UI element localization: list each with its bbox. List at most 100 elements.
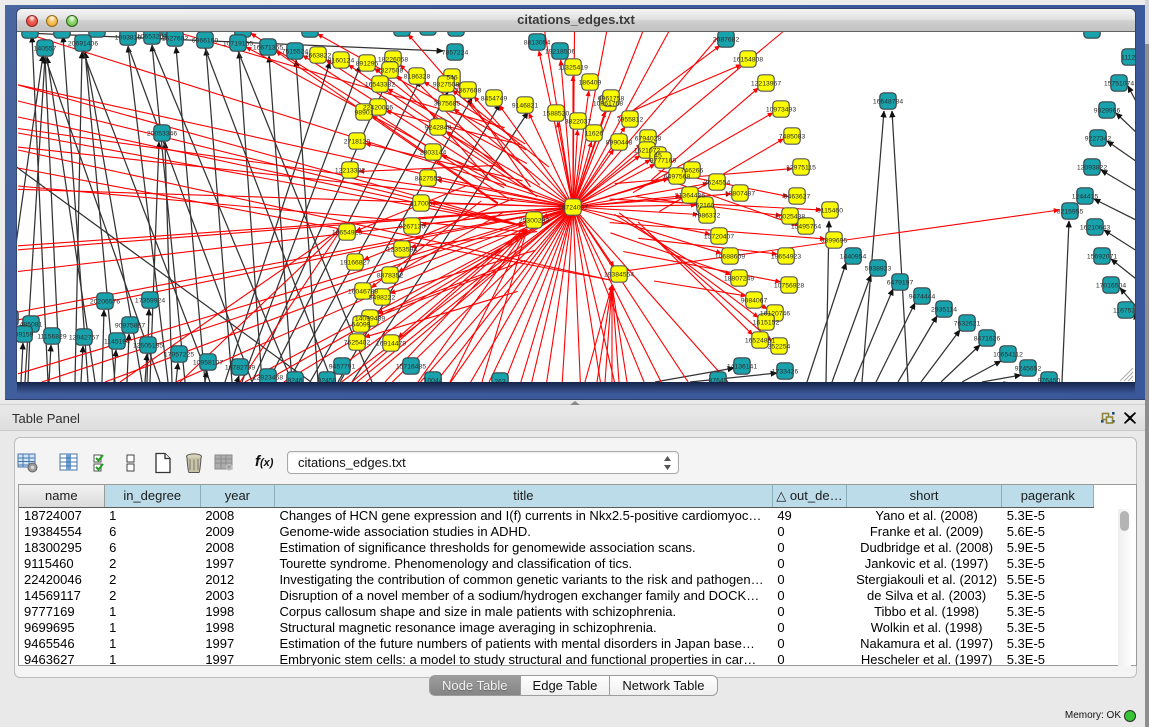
- svg-text:9899695: 9899695: [821, 237, 848, 244]
- svg-text:16210643: 16210643: [1080, 224, 1110, 231]
- svg-text:7955812: 7955812: [617, 116, 644, 123]
- svg-text:6966160: 6966160: [192, 37, 219, 44]
- svg-text:25300293: 25300293: [519, 217, 549, 224]
- svg-text:6961758: 6961758: [598, 95, 625, 102]
- svg-text:9463627: 9463627: [784, 193, 811, 200]
- svg-text:15495764: 15495764: [791, 223, 821, 230]
- svg-text:10973493: 10973493: [766, 106, 796, 113]
- svg-text:12942757: 12942757: [69, 334, 99, 341]
- svg-text:7857224: 7857224: [442, 49, 469, 56]
- svg-text:891295: 891295: [356, 60, 379, 67]
- svg-text:9329966: 9329966: [1094, 107, 1121, 114]
- svg-text:90975867: 90975867: [115, 322, 145, 329]
- svg-text:62160: 62160: [696, 202, 715, 209]
- svg-text:2367608: 2367608: [455, 87, 482, 94]
- svg-text:16671355: 16671355: [253, 44, 283, 51]
- svg-text:20053346: 20053346: [147, 130, 177, 137]
- svg-text:9115460: 9115460: [817, 207, 843, 214]
- svg-text:11124: 11124: [1121, 54, 1135, 61]
- svg-text:140557: 140557: [34, 45, 57, 52]
- svg-text:98901: 98901: [355, 109, 374, 116]
- svg-text:8160124: 8160124: [328, 57, 355, 64]
- svg-text:12213382: 12213382: [335, 167, 365, 174]
- svg-text:16120746: 16120746: [760, 310, 790, 317]
- svg-text:17016504: 17016504: [1096, 282, 1126, 289]
- svg-text:10719155: 10719155: [223, 40, 253, 47]
- svg-text:7625402: 7625402: [344, 339, 371, 346]
- svg-text:1440954: 1440954: [840, 253, 867, 260]
- svg-text:5938923: 5938923: [865, 265, 892, 272]
- svg-text:8267130: 8267130: [399, 223, 426, 230]
- svg-text:17957225: 17957225: [164, 351, 194, 358]
- svg-text:7485083: 7485083: [779, 133, 806, 140]
- svg-text:8471626: 8471626: [974, 335, 1001, 342]
- svg-text:16914479: 16914479: [376, 340, 406, 347]
- svg-text:14136141: 14136141: [727, 363, 757, 370]
- svg-text:186409: 186409: [579, 79, 602, 86]
- svg-text:7632621: 7632621: [954, 320, 981, 327]
- svg-text:12353594: 12353594: [387, 246, 417, 253]
- svg-text:15692071: 15692071: [1087, 253, 1117, 260]
- svg-text:417006: 417006: [410, 200, 433, 207]
- svg-text:12213967: 12213967: [751, 80, 781, 87]
- svg-text:16648784: 16648784: [873, 98, 903, 105]
- svg-text:8454749: 8454749: [481, 95, 508, 102]
- svg-text:9084067: 9084067: [741, 297, 768, 304]
- svg-text:2718120: 2718120: [344, 138, 371, 145]
- svg-text:8990448: 8990448: [606, 139, 633, 146]
- svg-text:19166827: 19166827: [340, 259, 370, 266]
- svg-text:8215955: 8215955: [1057, 208, 1084, 215]
- svg-text:12923468: 12923468: [253, 374, 283, 381]
- svg-text:3875685: 3875685: [434, 100, 461, 107]
- svg-text:2935114: 2935114: [931, 306, 957, 313]
- svg-text:9242848: 9242848: [425, 124, 452, 131]
- svg-text:39159: 39159: [17, 331, 34, 338]
- svg-text:10654112: 10654112: [993, 351, 1023, 358]
- svg-text:8427552: 8427552: [415, 175, 442, 182]
- svg-text:6479197: 6479197: [887, 279, 914, 286]
- svg-text:9474444: 9474444: [909, 293, 936, 300]
- svg-text:12975115: 12975115: [786, 164, 816, 171]
- svg-text:1733426: 1733426: [772, 368, 799, 375]
- svg-text:12505185: 12505185: [133, 342, 163, 349]
- svg-text:9777169: 9777169: [650, 157, 677, 164]
- svg-text:12093822: 12093822: [1077, 164, 1107, 171]
- svg-text:11325419: 11325419: [558, 64, 588, 71]
- svg-text:252254: 252254: [768, 343, 791, 350]
- svg-text:19384554: 19384554: [604, 271, 634, 278]
- svg-text:9146821: 9146821: [512, 102, 539, 109]
- svg-text:11156829: 11156829: [37, 333, 66, 340]
- svg-text:21364436: 21364436: [675, 192, 705, 199]
- svg-text:17359924: 17359924: [135, 297, 165, 304]
- svg-text:11626: 11626: [585, 130, 604, 137]
- svg-text:54099: 54099: [352, 321, 371, 328]
- svg-text:1615152: 1615152: [753, 319, 780, 326]
- svg-text:10958107: 10958107: [193, 359, 223, 366]
- svg-text:3822037: 3822037: [565, 118, 592, 125]
- svg-text:10807487: 10807487: [725, 190, 755, 197]
- svg-text:18226058: 18226058: [378, 56, 408, 63]
- svg-text:2087682: 2087682: [713, 36, 740, 43]
- svg-text:18807249: 18807249: [724, 275, 754, 282]
- svg-text:2803144: 2803144: [420, 149, 447, 156]
- svg-text:16154808: 16154808: [733, 56, 763, 63]
- svg-text:546: 546: [446, 74, 458, 81]
- svg-text:15720407: 15720407: [704, 233, 734, 240]
- svg-text:6497568: 6497568: [664, 173, 691, 180]
- svg-text:15751074: 15751074: [1104, 80, 1134, 87]
- svg-text:9327508: 9327508: [377, 67, 404, 74]
- svg-text:16782759: 16782759: [225, 364, 255, 371]
- svg-text:1588520: 1588520: [543, 110, 570, 117]
- svg-text:1145194: 1145194: [104, 338, 130, 345]
- svg-text:8878352: 8878352: [377, 272, 404, 279]
- svg-text:20691406: 20691406: [68, 40, 98, 47]
- svg-text:10025438: 10025438: [775, 213, 805, 220]
- svg-text:6794028: 6794028: [635, 135, 662, 142]
- svg-text:485081: 485081: [20, 321, 43, 328]
- svg-text:3624554: 3624554: [704, 179, 731, 186]
- svg-text:10756928: 10756928: [774, 282, 804, 289]
- svg-text:19218506: 19218506: [545, 48, 575, 55]
- svg-text:9457791: 9457791: [329, 363, 356, 370]
- svg-text:15716485: 15716485: [396, 363, 426, 370]
- svg-text:10688609: 10688609: [715, 253, 745, 260]
